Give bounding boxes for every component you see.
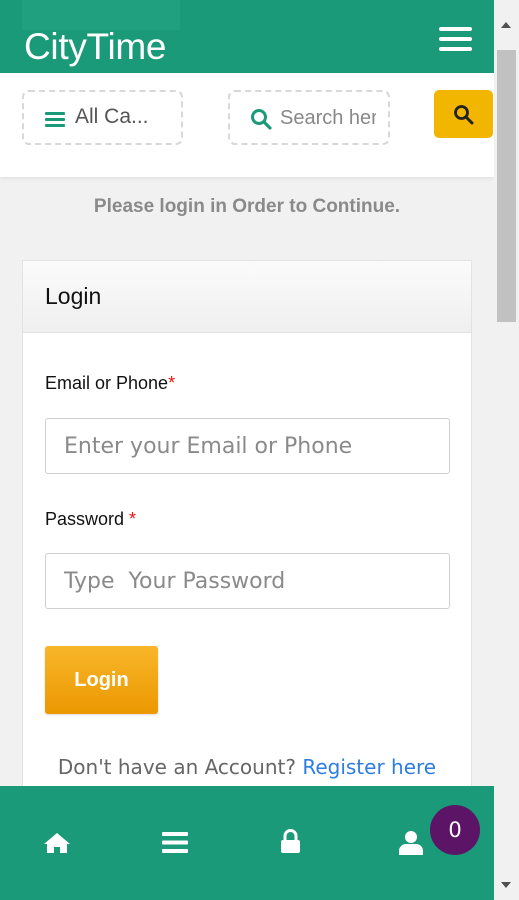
home-icon[interactable] xyxy=(43,832,71,854)
password-label: Password * xyxy=(45,509,136,530)
email-field[interactable] xyxy=(45,418,450,474)
search-strip: All Ca... xyxy=(0,73,494,177)
menu-icon[interactable] xyxy=(162,832,188,853)
password-field[interactable] xyxy=(45,553,450,609)
register-link[interactable]: Register here xyxy=(302,755,436,779)
bars-icon xyxy=(45,112,65,127)
scroll-thumb[interactable] xyxy=(497,50,516,322)
bottom-nav xyxy=(0,786,494,900)
top-header: CityTime xyxy=(0,0,494,73)
search-field[interactable] xyxy=(228,90,390,145)
search-icon xyxy=(454,105,474,125)
hamburger-menu-icon[interactable] xyxy=(439,27,472,51)
required-mark: * xyxy=(168,373,176,393)
lock-icon[interactable] xyxy=(280,829,301,854)
card-header: Login xyxy=(23,261,471,333)
login-notice: Please login in Order to Continue. xyxy=(93,196,401,217)
search-button[interactable] xyxy=(434,90,493,138)
brand-logo-text[interactable]: CityTime xyxy=(24,26,166,68)
category-dropdown[interactable]: All Ca... xyxy=(22,90,183,145)
card-title: Login xyxy=(45,283,102,309)
user-icon[interactable] xyxy=(399,830,423,855)
scroll-down-arrow-icon[interactable] xyxy=(501,882,511,888)
email-label-text: Email or Phone xyxy=(45,373,169,393)
page-scrollbar[interactable] xyxy=(494,0,519,900)
category-label: All Ca... xyxy=(75,105,149,128)
cart-count-badge[interactable]: 0 xyxy=(430,805,480,855)
register-line: Don't have an Account? Register here xyxy=(23,755,471,779)
search-icon xyxy=(251,109,272,130)
scroll-up-arrow-icon[interactable] xyxy=(501,22,511,28)
email-label: Email or Phone* xyxy=(45,373,175,394)
login-card: Login Email or Phone* Password * Login D… xyxy=(22,260,472,820)
required-mark: * xyxy=(129,509,137,529)
search-input[interactable] xyxy=(280,104,376,132)
register-prompt: Don't have an Account? xyxy=(57,755,303,779)
password-label-text: Password xyxy=(45,509,130,529)
login-button[interactable]: Login xyxy=(45,646,158,714)
